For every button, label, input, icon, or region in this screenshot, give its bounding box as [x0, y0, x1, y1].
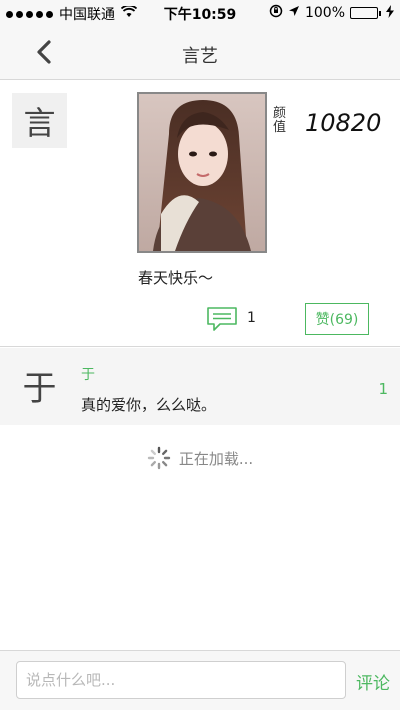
loading-indicator: 正在加载... [0, 446, 400, 470]
score-value: 10820 [305, 109, 382, 137]
commenter-avatar[interactable]: 于 [12, 358, 67, 413]
status-right: 100% [269, 4, 394, 22]
speech-bubble-icon [207, 307, 237, 331]
author-avatar[interactable]: 言 [12, 93, 67, 148]
comment-input-bar: 评论 [0, 650, 400, 710]
commenter-name[interactable]: 于 [81, 364, 95, 384]
send-comment-button[interactable]: 评论 [356, 669, 390, 694]
comment-item[interactable]: 于 于 真的爱你，么么哒。 1 [0, 348, 400, 425]
post-card: 言 颜值 10820 春天快乐～ 1 赞(69) [0, 81, 400, 347]
comment-count: 1 [247, 310, 256, 326]
rotation-lock-icon [269, 4, 283, 22]
status-bar: 中国联通 下午10:59 100% [0, 0, 400, 26]
comment-text: 真的爱你，么么哒。 [81, 396, 217, 414]
battery-percent: 100% [304, 5, 345, 21]
comment-button[interactable] [206, 306, 238, 332]
charging-bolt-icon [386, 4, 394, 22]
page-title: 言艺 [182, 46, 218, 67]
like-button[interactable]: 赞(69) [305, 303, 369, 335]
nav-bar: 言艺 [0, 26, 400, 80]
post-photo[interactable] [137, 92, 267, 253]
comment-like-count: 1 [378, 380, 388, 398]
battery-icon [350, 7, 381, 19]
post-caption: 春天快乐～ [138, 269, 214, 287]
spinner-icon [147, 446, 171, 470]
portrait-photo [139, 94, 265, 251]
vote-label: 颜值 [273, 106, 287, 135]
comment-input[interactable] [16, 661, 346, 699]
loading-text: 正在加载... [178, 449, 254, 468]
location-arrow-icon [288, 5, 300, 21]
